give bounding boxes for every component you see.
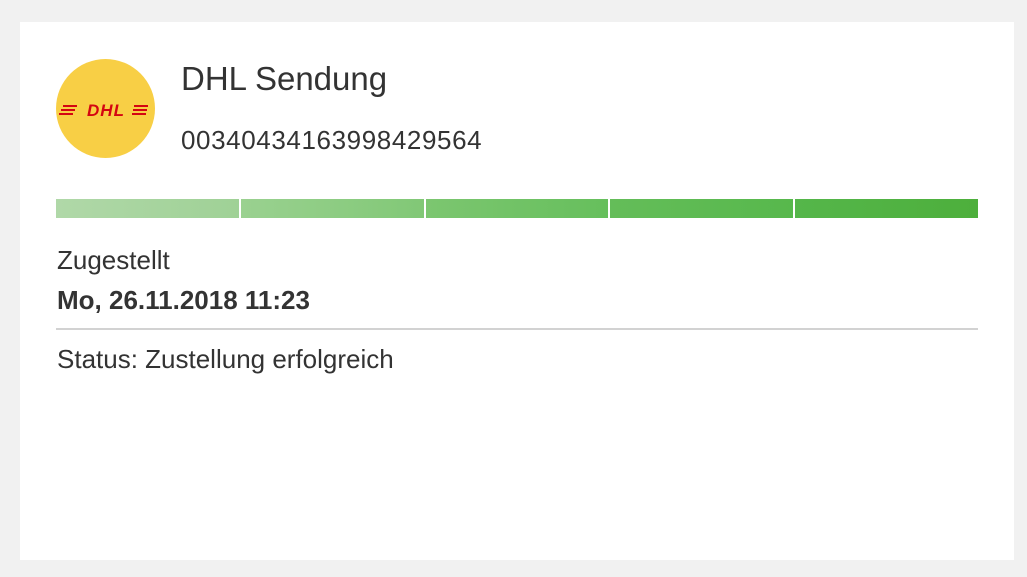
shipment-title: DHL Sendung [181,60,388,97]
dhl-logo-icon: DHL [56,59,155,158]
delivery-state-label: Zugestellt [57,245,170,275]
progress-segment [795,199,978,218]
progress-segment [56,199,239,218]
delivery-progress-bar [56,199,978,218]
delivery-status-text: Status: Zustellung erfolgreich [57,344,394,374]
shipment-card[interactable]: DHL DHL Sendung 00340434163998429564 Zug… [20,22,1014,560]
progress-segment [425,199,609,218]
divider [56,328,978,330]
progress-segment [610,199,794,218]
svg-text:DHL: DHL [87,101,125,120]
delivery-datetime: Mo, 26.11.2018 11:23 [57,285,310,315]
progress-segment [240,199,424,218]
tracking-number: 00340434163998429564 [181,125,483,155]
